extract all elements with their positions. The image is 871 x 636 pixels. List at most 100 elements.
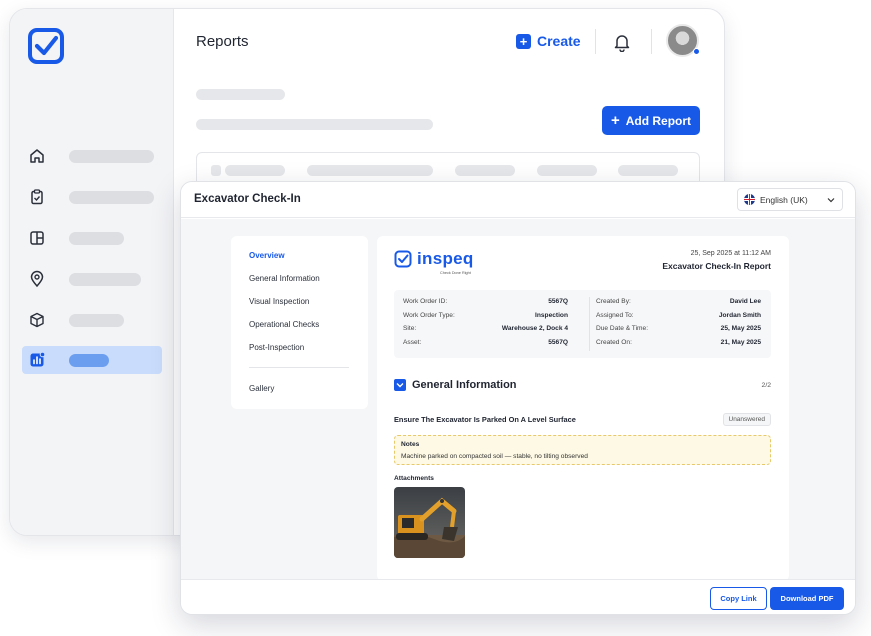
attachments-label: Attachments	[394, 475, 434, 482]
outline-item-overview[interactable]: Overview	[249, 251, 285, 260]
sidebar-item-label-placeholder	[69, 353, 109, 367]
detail-value: 5567Q	[548, 339, 568, 346]
sidebar-item-checklists[interactable]	[22, 183, 162, 211]
sidebar-item-dashboard[interactable]	[22, 224, 162, 252]
notes-text: Machine parked on compacted soil — stabl…	[401, 453, 588, 460]
detail-label: Asset:	[403, 339, 422, 346]
notes-label: Notes	[401, 441, 420, 448]
outline-item-gallery[interactable]: Gallery	[249, 384, 274, 393]
copy-link-button[interactable]: Copy Link	[710, 587, 767, 610]
detail-row: Asset: 5567Q	[403, 339, 568, 348]
status-badge: Unanswered	[722, 413, 771, 426]
modal-footer: Copy Link Download PDF	[181, 579, 855, 614]
location-pin-icon	[28, 270, 46, 288]
report-preview-modal: Excavator Check-In English (UK) Overview…	[180, 181, 856, 615]
skeleton-line	[196, 89, 285, 100]
user-avatar[interactable]	[666, 24, 700, 57]
detail-label: Work Order Type:	[403, 312, 455, 319]
detail-row: Due Date & Time: 25, May 2025	[596, 325, 761, 334]
add-report-button[interactable]: + Add Report	[602, 106, 700, 135]
chevron-down-icon	[394, 379, 406, 391]
chevron-down-icon	[827, 198, 835, 203]
outline-item-visual-inspection[interactable]: Visual Inspection	[249, 297, 309, 306]
skeleton-cell	[537, 165, 597, 176]
sidebar	[10, 9, 174, 535]
sidebar-item-reports[interactable]	[22, 346, 162, 374]
detail-row: Work Order Type: Inspection	[403, 312, 568, 321]
details-divider	[589, 297, 590, 351]
inspeq-logo-icon	[394, 250, 412, 268]
home-icon	[28, 147, 46, 165]
skeleton-cell	[307, 165, 433, 176]
uk-flag-icon	[744, 194, 755, 205]
sidebar-item-locations[interactable]	[22, 265, 162, 293]
add-report-label: Add Report	[625, 113, 692, 128]
checklist-question: Ensure The Excavator Is Parked On A Leve…	[394, 415, 576, 424]
detail-row: Site: Warehouse 2, Dock 4	[403, 325, 568, 334]
report-title: Excavator Check-In Report	[662, 261, 771, 271]
detail-label: Work Order ID:	[403, 298, 448, 305]
detail-row: Created On: 21, May 2025	[596, 339, 761, 348]
detail-value: 21, May 2025	[720, 339, 761, 346]
report-date: 25, Sep 2025 at 11:12 AM	[690, 250, 771, 257]
modal-header: Excavator Check-In English (UK)	[181, 182, 855, 218]
attachment-thumbnail[interactable]	[394, 487, 465, 558]
sidebar-item-label-placeholder	[69, 190, 154, 204]
section-title: General Information	[412, 379, 517, 391]
detail-value: Warehouse 2, Dock 4	[501, 325, 568, 332]
outline-item-post-inspection[interactable]: Post-Inspection	[249, 343, 304, 352]
outline-item-operational-checks[interactable]: Operational Checks	[249, 320, 319, 329]
create-button[interactable]: + Create	[516, 33, 581, 49]
detail-row: Assigned To: Jordan Smith	[596, 312, 761, 321]
download-pdf-button[interactable]: Download PDF	[770, 587, 844, 610]
notes-box: Notes Machine parked on compacted soil —…	[394, 435, 771, 465]
outline-divider	[249, 367, 349, 368]
detail-value: Inspection	[535, 312, 568, 319]
modal-title: Excavator Check-In	[194, 193, 301, 205]
skeleton-line	[196, 119, 433, 130]
sidebar-item-assets[interactable]	[22, 306, 162, 334]
skeleton-cell	[455, 165, 515, 176]
detail-value: 5567Q	[548, 298, 568, 305]
language-select-value: English (UK)	[760, 194, 808, 205]
sidebar-item-label-placeholder	[69, 231, 124, 245]
language-select[interactable]: English (UK)	[737, 188, 843, 211]
app-logo-icon[interactable]	[27, 27, 65, 65]
outline-item-general-information[interactable]: General Information	[249, 274, 320, 283]
skeleton-cell	[225, 165, 285, 176]
detail-label: Created By:	[596, 298, 631, 305]
bell-icon[interactable]	[613, 32, 631, 52]
sidebar-item-label-placeholder	[69, 313, 124, 327]
detail-label: Due Date & Time:	[596, 325, 649, 332]
skeleton-checkbox	[211, 165, 221, 176]
sidebar-item-label-placeholder	[69, 272, 141, 286]
layout-icon	[28, 229, 46, 247]
detail-row: Work Order ID: 5567Q	[403, 298, 568, 307]
report-chart-icon	[28, 351, 46, 369]
modal-body: Overview General Information Visual Insp…	[181, 219, 855, 581]
report-outline: Overview General Information Visual Insp…	[231, 236, 368, 409]
detail-label: Created On:	[596, 339, 632, 346]
skeleton-cell	[618, 165, 678, 176]
section-header-general-information[interactable]: General Information	[394, 379, 517, 391]
sidebar-item-home[interactable]	[22, 142, 162, 170]
header-divider	[595, 29, 596, 54]
header-divider	[651, 29, 652, 54]
plus-icon: +	[610, 112, 620, 129]
detail-row: Created By: David Lee	[596, 298, 761, 307]
detail-value: David Lee	[729, 298, 761, 305]
box-icon	[28, 311, 46, 329]
report-document: inspeq Check Done Right 25, Sep 2025 at …	[377, 236, 789, 581]
clipboard-check-icon	[28, 188, 46, 206]
section-count: 2/2	[761, 382, 771, 389]
online-status-dot	[693, 48, 700, 55]
page-title: Reports	[196, 33, 249, 50]
detail-value: 25, May 2025	[720, 325, 761, 332]
sidebar-item-label-placeholder	[69, 149, 154, 163]
create-button-label: Create	[537, 33, 581, 49]
plus-icon: +	[516, 33, 531, 49]
brand-name: inspeq	[417, 249, 474, 268]
brand-tagline: Check Done Right	[440, 271, 471, 275]
detail-value: Jordan Smith	[718, 312, 761, 319]
detail-label: Assigned To:	[596, 312, 634, 319]
